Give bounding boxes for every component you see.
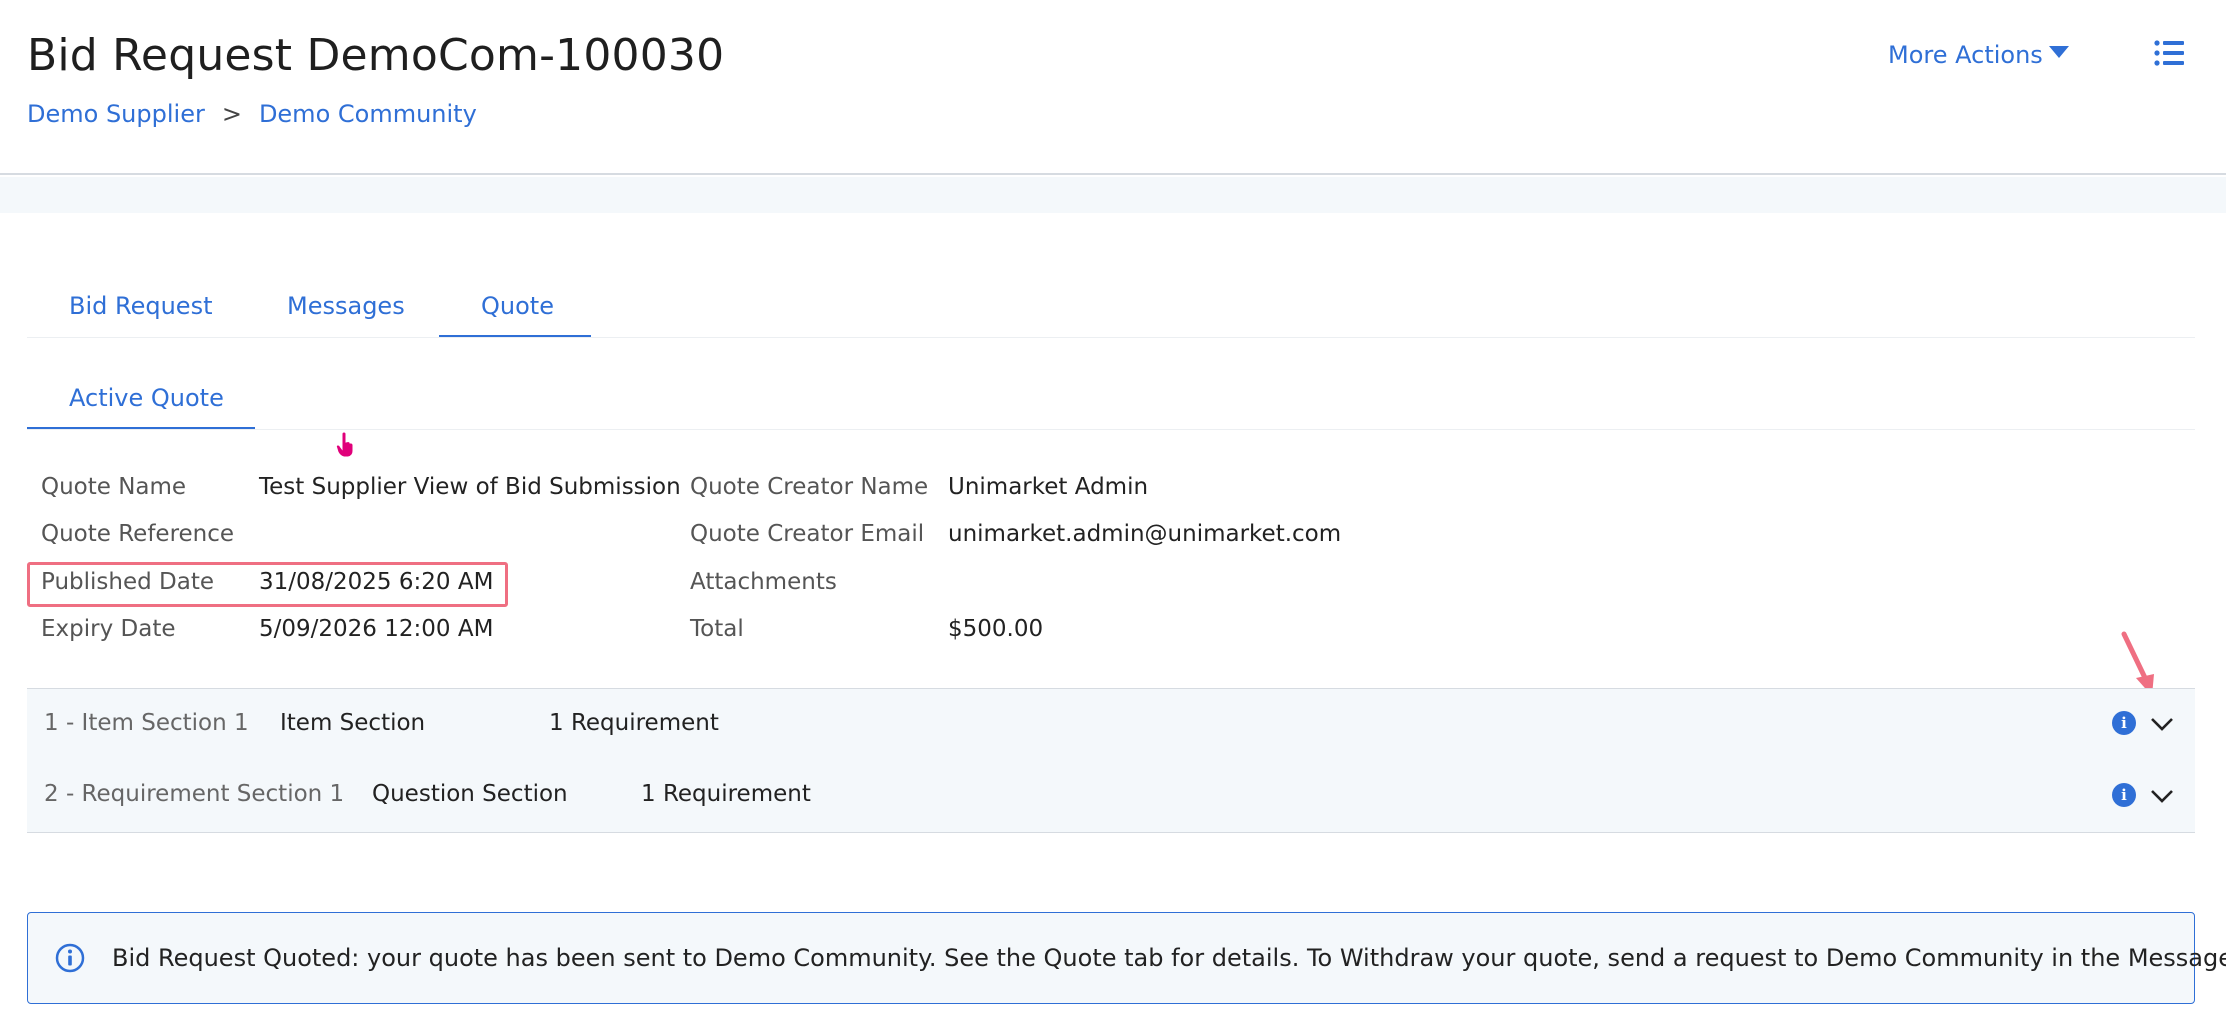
published-date-highlight-box (27, 562, 508, 607)
breadcrumb-separator: > (221, 100, 242, 128)
section-number: 2 - Requirement Section 1 (44, 781, 345, 807)
caret-down-icon (2048, 46, 2069, 58)
quote-name-value: Test Supplier View of Bid Submission (259, 474, 681, 500)
breadcrumb: Demo Supplier > Demo Community (27, 100, 477, 128)
quote-sections: 1 - Item Section 1 Item Section 1 Requir… (27, 688, 2195, 833)
total-label: Total (690, 616, 744, 642)
quote-reference-label: Quote Reference (41, 521, 235, 547)
section-number: 1 - Item Section 1 (44, 710, 249, 736)
section-type: Item Section (280, 710, 426, 736)
header-band (0, 177, 2226, 213)
quote-name-label: Quote Name (41, 474, 187, 500)
expiry-date-value: 5/09/2026 12:00 AM (259, 616, 494, 642)
more-actions-button[interactable]: More Actions (1888, 41, 2069, 69)
alert-message: Bid Request Quoted: your quote has been … (112, 944, 2226, 972)
page-title: Bid Request DemoCom-100030 (27, 30, 725, 81)
tab-active-quote[interactable]: Active Quote (69, 384, 224, 412)
list-icon[interactable] (2154, 40, 2184, 66)
more-actions-label: More Actions (1888, 41, 2043, 69)
chevron-down-icon[interactable] (2150, 716, 2174, 732)
section-row[interactable]: 2 - Requirement Section 1 Question Secti… (27, 761, 2195, 833)
quote-creator-name-value: Unimarket Admin (948, 474, 1149, 500)
chevron-down-icon[interactable] (2150, 788, 2174, 804)
sub-tabs: Active Quote (27, 372, 2195, 430)
tab-quote[interactable]: Quote (481, 292, 554, 320)
quote-creator-email-value: unimarket.admin@unimarket.com (948, 521, 1342, 547)
tab-bid-request[interactable]: Bid Request (69, 292, 212, 320)
quote-status-alert: Bid Request Quoted: your quote has been … (27, 912, 2226, 1004)
tab-messages[interactable]: Messages (287, 292, 405, 320)
expiry-date-label: Expiry Date (41, 616, 176, 642)
section-row[interactable]: 1 - Item Section 1 Item Section 1 Requir… (27, 689, 2195, 761)
info-circle-icon (55, 943, 85, 973)
section-requirements: 1 Requirement (641, 781, 811, 807)
section-requirements: 1 Requirement (549, 710, 719, 736)
active-tab-indicator (439, 335, 591, 337)
active-subtab-indicator (27, 427, 255, 429)
page-header: Bid Request DemoCom-100030 Demo Supplier… (0, 0, 2226, 175)
section-type: Question Section (372, 781, 568, 807)
info-icon[interactable]: i (2112, 783, 2136, 807)
quote-creator-email-label: Quote Creator Email (690, 521, 925, 547)
info-icon[interactable]: i (2112, 711, 2136, 735)
breadcrumb-demo-supplier[interactable]: Demo Supplier (27, 100, 205, 128)
hand-cursor-icon (336, 432, 354, 458)
main-tabs: Bid Request Messages Quote (27, 280, 2195, 338)
breadcrumb-demo-community[interactable]: Demo Community (259, 100, 477, 128)
quote-creator-name-label: Quote Creator Name (690, 474, 929, 500)
attachments-label: Attachments (690, 569, 837, 595)
total-value: $500.00 (948, 616, 1044, 642)
